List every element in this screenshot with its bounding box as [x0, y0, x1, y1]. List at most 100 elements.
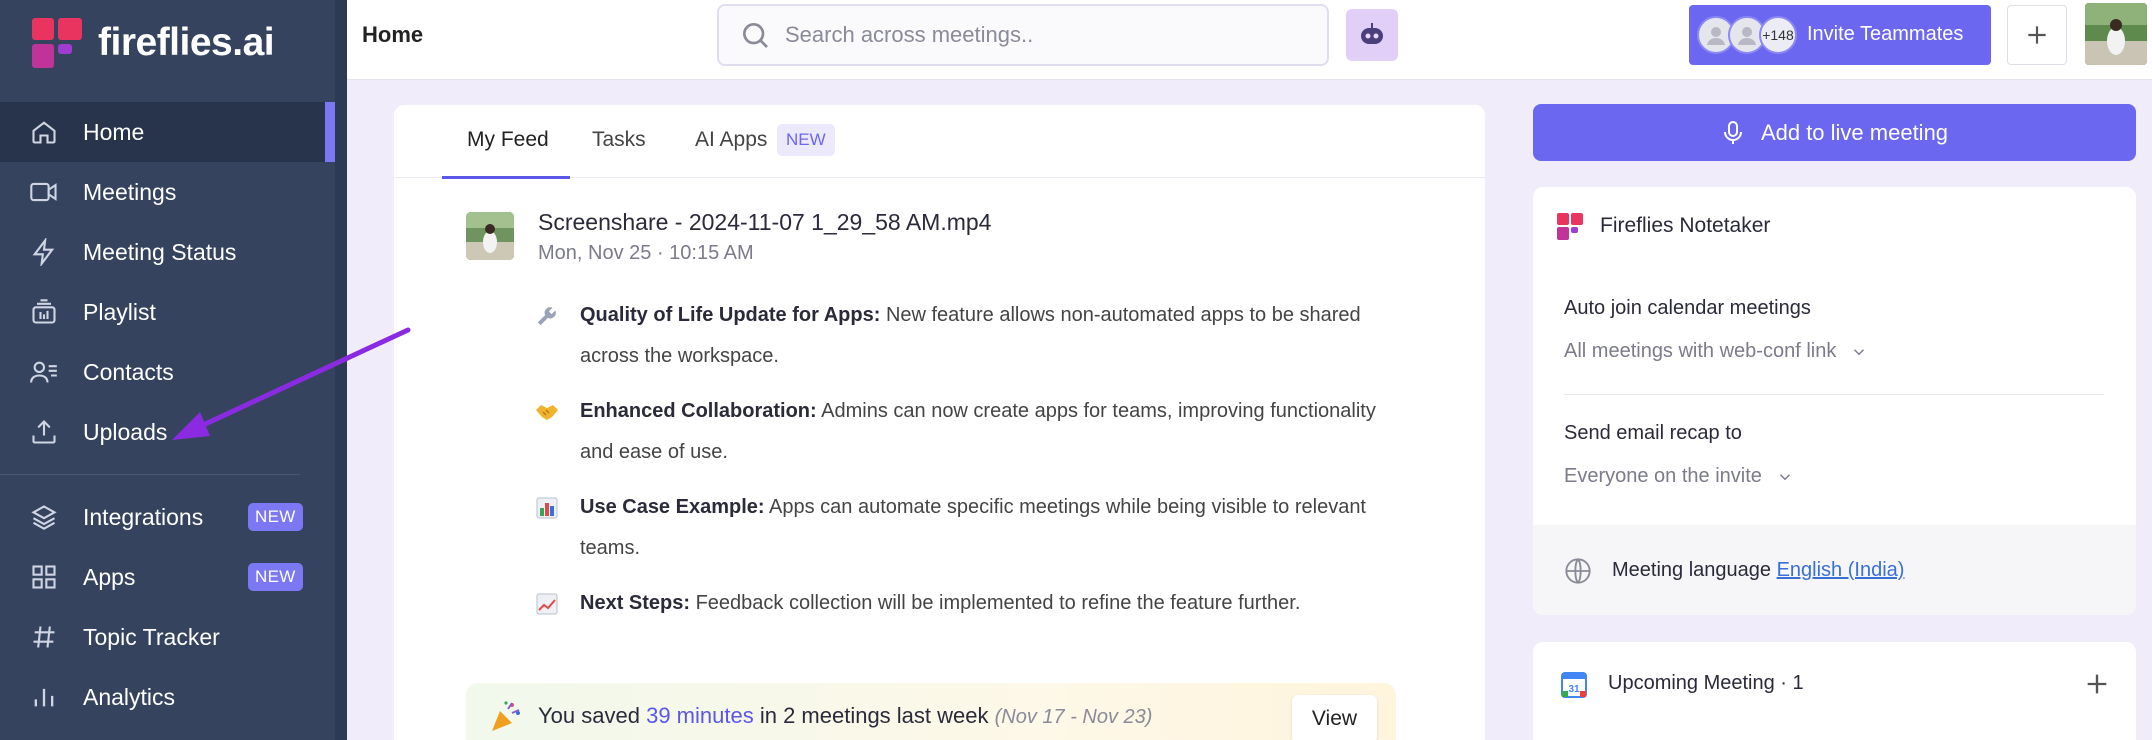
language-link[interactable]: English (India): [1777, 559, 1905, 581]
feed-tabs: My Feed Tasks AI Apps NEW: [394, 105, 1485, 179]
hashtag-icon: [28, 621, 60, 653]
upcoming-meeting-title: Upcoming Meeting · 1: [1608, 672, 1804, 694]
bullet-text: Feedback collection will be implemented …: [695, 592, 1301, 614]
tab-tasks[interactable]: Tasks: [592, 128, 646, 152]
invite-label: Invite Teammates: [1807, 23, 1964, 45]
user-avatar[interactable]: [2085, 3, 2147, 65]
fireflies-logo-icon: [1557, 213, 1583, 240]
globe-icon: [1565, 558, 1591, 584]
grid-icon: [28, 561, 60, 593]
chevron-down-icon: [1779, 473, 1790, 480]
sidebar-item-analytics[interactable]: Analytics: [0, 667, 335, 727]
new-badge: NEW: [777, 124, 835, 156]
sidebar-item-label: Playlist: [83, 298, 156, 325]
active-tab-indicator: [442, 176, 570, 179]
plus-icon[interactable]: [2083, 670, 2111, 698]
summary-bullet: Enhanced Collaboration: Admins can now c…: [534, 391, 1376, 473]
saved-date-range: (Nov 17 - Nov 23): [994, 706, 1153, 728]
auto-join-value: All meetings with web-conf link: [1564, 340, 1837, 362]
add-button[interactable]: [2007, 5, 2067, 65]
plus-icon: [2028, 26, 2046, 44]
bullet-heading: Next Steps:: [580, 592, 691, 614]
saved-prefix: You saved: [538, 703, 640, 728]
view-button[interactable]: View: [1292, 695, 1377, 740]
saved-middle: in 2 meetings last week: [759, 703, 989, 728]
auto-join-dropdown[interactable]: All meetings with web-conf link: [1564, 340, 1868, 363]
svg-text:31: 31: [1568, 684, 1580, 695]
microphone-icon: [1723, 120, 1742, 144]
bar-chart-emoji-icon: [534, 495, 560, 521]
notetaker-title: Fireflies Notetaker: [1600, 214, 1771, 237]
meeting-date: Mon, Nov 25 · 10:15 AM: [538, 242, 754, 264]
sidebar-item-label: Meeting Status: [83, 238, 237, 265]
teammate-count: +148: [1759, 16, 1797, 54]
google-calendar-icon: 31: [1561, 672, 1587, 698]
auto-join-label: Auto join calendar meetings: [1564, 297, 1811, 319]
notetaker-card: Fireflies Notetaker Auto join calendar m…: [1533, 187, 2136, 615]
wrench-icon: [534, 303, 560, 329]
tab-ai-apps[interactable]: AI Apps: [695, 128, 767, 152]
contacts-icon: [28, 356, 60, 388]
party-popper-icon: [492, 701, 520, 731]
trend-chart-icon: [534, 591, 560, 617]
avatar-photo: [2085, 3, 2147, 65]
tab-my-feed[interactable]: My Feed: [467, 128, 549, 152]
sidebar-item-label: Analytics: [83, 683, 176, 710]
annotation-arrow-icon: [172, 327, 411, 440]
bar-chart-icon: [28, 681, 60, 713]
upcoming-meeting-card: 31 Upcoming Meeting · 1: [1533, 642, 2136, 740]
email-recap-dropdown[interactable]: Everyone on the invite: [1564, 465, 1794, 488]
brand-logo[interactable]: fireflies.ai: [32, 17, 275, 69]
time-saved-text: You saved 39 minutes in 2 meetings last …: [538, 703, 1152, 729]
meeting-thumbnail[interactable]: [466, 212, 514, 260]
sidebar-item-meeting-status[interactable]: Meeting Status: [0, 222, 335, 282]
app-root: fireflies.ai Home Meetings Meeting Statu…: [0, 0, 2152, 740]
sidebar-item-integrations[interactable]: Integrations NEW: [0, 487, 335, 547]
sidebar-item-label: Integrations: [83, 503, 204, 530]
thumbnail-photo: [466, 212, 514, 260]
bullet-heading: Use Case Example:: [580, 496, 765, 518]
lightning-icon: [28, 236, 60, 268]
upload-icon: [28, 416, 60, 448]
invite-teammates-button[interactable]: +148 Invite Teammates: [1689, 5, 1991, 65]
brand-name: fireflies.ai: [98, 21, 275, 64]
new-badge: NEW: [248, 503, 303, 531]
search-input[interactable]: [785, 22, 1305, 48]
page-title: Home: [362, 22, 424, 47]
search-icon: [743, 23, 768, 48]
ai-assistant-button[interactable]: [1346, 9, 1398, 61]
sidebar-item-meetings[interactable]: Meetings: [0, 162, 335, 222]
robot-icon: [1361, 23, 1383, 44]
summary-bullet: Quality of Life Update for Apps: New fea…: [534, 295, 1361, 377]
email-recap-label: Send email recap to: [1564, 422, 1742, 444]
add-to-live-meeting-button[interactable]: Add to live meeting: [1533, 104, 2136, 161]
chevron-down-icon: [1854, 348, 1865, 355]
fireflies-logo-icon: [32, 18, 82, 68]
summary-bullet: Use Case Example: Apps can automate spec…: [534, 487, 1366, 569]
playlist-icon: [28, 296, 60, 328]
saved-minutes-link[interactable]: 39 minutes: [646, 703, 754, 728]
live-button-label: Add to live meeting: [1760, 119, 1949, 145]
search-box[interactable]: [717, 4, 1329, 66]
sidebar-item-label: Uploads: [83, 418, 168, 445]
meeting-title[interactable]: Screenshare - 2024-11-07 1_29_58 AM.mp4: [538, 209, 991, 236]
meeting-language-row: Meeting language English (India): [1533, 525, 2136, 615]
handshake-icon: [534, 399, 560, 425]
sidebar-item-home[interactable]: Home: [0, 102, 335, 162]
language-label: Meeting language: [1612, 559, 1772, 581]
sidebar-item-label: Meetings: [83, 178, 177, 205]
sidebar-item-label: Home: [83, 118, 145, 145]
feed-card: My Feed Tasks AI Apps NEW Screenshare - …: [394, 105, 1485, 740]
email-recap-value: Everyone on the invite: [1564, 465, 1762, 487]
sidebar-item-label: Topic Tracker: [83, 623, 220, 650]
new-badge: NEW: [248, 563, 303, 591]
bullet-heading: Enhanced Collaboration:: [580, 400, 817, 422]
summary-bullet: Next Steps: Feedback collection will be …: [534, 583, 1354, 624]
sidebar-item-label: Apps: [83, 563, 136, 590]
meeting-language: Meeting language English (India): [1612, 559, 1904, 582]
bullet-heading: Quality of Life Update for Apps:: [580, 304, 881, 326]
sidebar-item-apps[interactable]: Apps NEW: [0, 547, 335, 607]
layers-icon: [28, 501, 60, 533]
home-icon: [28, 116, 60, 148]
sidebar-item-topic-tracker[interactable]: Topic Tracker: [0, 607, 335, 667]
